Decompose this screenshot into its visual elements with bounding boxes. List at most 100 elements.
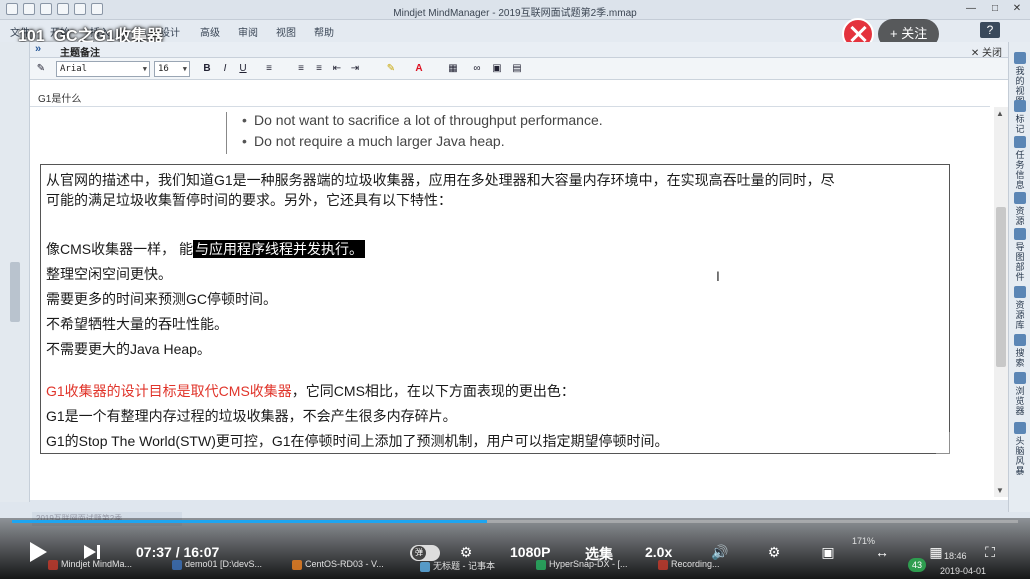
close-window-icon[interactable]: ✕ — [1006, 2, 1028, 16]
side-tab-library[interactable]: 资源库 — [1012, 286, 1028, 330]
numbered-list-icon[interactable]: ≡ — [294, 62, 308, 76]
view-icon — [1014, 52, 1026, 64]
left-scrollbar-thumb[interactable] — [10, 262, 20, 322]
side-tab-resources[interactable]: 资源 — [1012, 192, 1028, 226]
list-item: Do not require a much larger Java heap. — [242, 131, 603, 152]
map-parts-icon — [1014, 228, 1026, 240]
taskbar-item-label: Recording... — [671, 559, 720, 569]
format-toolbar: ✎ Arial ▼ 16 ▼ B I U ≡ ≡ ≡ ⇤ ⇥ ✎ A ▦ ∞ ▣ ▤ — [30, 58, 1008, 80]
tab-help[interactable]: 帮助 — [314, 24, 334, 39]
app-icon — [536, 559, 546, 570]
selected-text[interactable]: 与应用程序线程并发执行。 — [193, 240, 365, 258]
goal-line: G1收集器的设计目标是取代CMS收集器，它同CMS相比，在以下方面表现的更出色： — [46, 381, 575, 401]
tab-design[interactable]: 设计 — [160, 24, 180, 39]
clock-date: 2019-04-01 — [939, 566, 986, 576]
table-icon[interactable]: ▦ — [446, 62, 460, 76]
font-name-value: Arial — [60, 64, 88, 74]
vertical-scrollbar[interactable]: ▲ ▼ — [994, 107, 1008, 497]
notes-panel-header: » 主题备注 ✕ 关闭 — [30, 42, 1008, 59]
intro-line-2: 可能的满足垃圾收集暂停时间的要求。另外，它还具有以下特性： — [46, 192, 452, 208]
maximize-icon[interactable]: □ — [984, 2, 1006, 16]
divider — [30, 106, 990, 107]
left-panel-strip — [0, 42, 30, 502]
progress-played — [12, 520, 487, 523]
notes-document[interactable]: G1是什么 Do not want to sacrifice a lot of … — [30, 80, 1008, 526]
indent-icon[interactable]: ⇥ — [348, 62, 362, 76]
tray-badge[interactable]: 43 — [908, 558, 926, 572]
taskbar-item-label: CentOS-RD03 - V... — [305, 559, 384, 569]
feature-1-text: 像CMS收集器一样， 能 — [46, 241, 193, 257]
taskbar-item[interactable]: Recording... — [658, 559, 720, 570]
side-tab-label: 标记 — [1015, 114, 1025, 134]
text-cursor-icon: I — [716, 268, 720, 284]
font-size-select[interactable]: 16 ▼ — [154, 61, 190, 77]
app-icon — [172, 559, 182, 570]
side-tab-label: 头脑风暴 — [1015, 436, 1025, 476]
side-tab-task-info[interactable]: 任务信息 — [1012, 136, 1028, 190]
taskbar-item-label: demo01 [D:\devS... — [185, 559, 263, 569]
follow-label: 关注 — [901, 26, 928, 41]
image-icon[interactable]: ▣ — [490, 62, 504, 76]
side-tab-map-parts[interactable]: 导图部件 — [1012, 228, 1028, 282]
taskbar-item[interactable]: 无标题 - 记事本 — [420, 559, 495, 572]
notes-close-button[interactable]: ✕ 关闭 — [971, 44, 1002, 59]
help-button[interactable]: ? — [980, 22, 1000, 38]
side-tab-label: 资源 — [1015, 206, 1025, 226]
tab-advanced[interactable]: 高级 — [200, 24, 220, 39]
topic-path: G1是什么 — [38, 94, 82, 105]
scroll-up-icon[interactable]: ▲ — [996, 109, 1004, 118]
tab-view[interactable]: 视图 — [276, 24, 296, 39]
content-box: 从官网的描述中，我们知道G1是一种服务器端的垃圾收集器，应用在多处理器和大容量内… — [40, 164, 950, 454]
lightbulb-icon — [1014, 422, 1026, 434]
bullet-list-icon[interactable]: ≡ — [312, 62, 326, 76]
chevron-down-icon: ▼ — [182, 65, 187, 73]
insert-object-icon[interactable]: ▤ — [510, 62, 524, 76]
underline-button[interactable]: U — [236, 62, 250, 76]
highlight-color-icon[interactable]: ✎ — [384, 62, 398, 76]
taskbar-item[interactable]: Mindjet MindMa... — [48, 559, 132, 570]
intro-line-1: 从官网的描述中，我们知道G1是一种服务器端的垃圾收集器，应用在多处理器和大容量内… — [46, 172, 835, 188]
progress-bar[interactable] — [12, 520, 1018, 523]
scrollbar-thumb[interactable] — [996, 207, 1006, 367]
side-tab-markers[interactable]: 标记 — [1012, 100, 1028, 134]
font-name-select[interactable]: Arial ▼ — [56, 61, 150, 77]
screen: Mindjet MindManager - 2019互联网面试题第2季.mmap… — [0, 0, 1030, 579]
point-line-2: G1的Stop The World(STW)更可控，G1在停顿时间上添加了预测机… — [46, 433, 669, 449]
side-tab-label: 搜索 — [1015, 348, 1025, 368]
side-tab-browser[interactable]: 浏览器 — [1012, 372, 1028, 416]
app-icon — [292, 559, 302, 570]
os-taskbar: Mindjet MindMa... demo01 [D:\devS... Cen… — [0, 556, 1030, 579]
italic-button[interactable]: I — [218, 62, 232, 76]
side-tab-brainstorm[interactable]: 头脑风暴 — [1012, 422, 1028, 476]
app-icon — [658, 559, 668, 570]
side-tab-label: 导图部件 — [1015, 242, 1025, 282]
font-size-value: 16 — [158, 64, 169, 74]
font-color-icon[interactable]: A — [412, 62, 426, 76]
taskbar-item[interactable]: CentOS-RD03 - V... — [292, 559, 384, 570]
browser-icon — [1014, 372, 1026, 384]
side-tab-label: 任务信息 — [1015, 150, 1025, 190]
feature-line-5: 不需要更大的Java Heap。 — [46, 341, 211, 357]
side-tab-my-view[interactable]: 我的视图 — [1012, 52, 1028, 106]
minimize-icon[interactable]: — — [960, 2, 982, 16]
format-painter-icon[interactable]: ✎ — [34, 62, 48, 76]
bold-button[interactable]: B — [200, 62, 214, 76]
taskbar-item[interactable]: demo01 [D:\devS... — [172, 559, 262, 570]
task-icon — [1014, 136, 1026, 148]
outdent-icon[interactable]: ⇤ — [330, 62, 344, 76]
taskbar-item[interactable]: HyperSnap-DX - [... — [536, 559, 628, 570]
resource-icon — [1014, 192, 1026, 204]
align-icon[interactable]: ≡ — [262, 62, 276, 76]
scroll-down-icon[interactable]: ▼ — [996, 486, 1004, 495]
collapse-chevron-icon[interactable]: » — [35, 43, 41, 55]
side-tab-label: 资源库 — [1015, 300, 1025, 330]
marker-icon — [1014, 100, 1026, 112]
goal-highlight: G1收集器的设计目标是取代CMS收集器 — [46, 383, 292, 399]
center-play-icon[interactable] — [936, 432, 994, 476]
side-tab-search[interactable]: 搜索 — [1012, 334, 1028, 368]
plus-icon: + — [890, 26, 898, 41]
english-bullet-list: Do not want to sacrifice a lot of throug… — [242, 110, 603, 152]
feature-line-1: 像CMS收集器一样， 能与应用程序线程并发执行。 — [46, 239, 365, 259]
tab-review[interactable]: 审阅 — [238, 24, 258, 39]
link-icon[interactable]: ∞ — [470, 62, 484, 76]
